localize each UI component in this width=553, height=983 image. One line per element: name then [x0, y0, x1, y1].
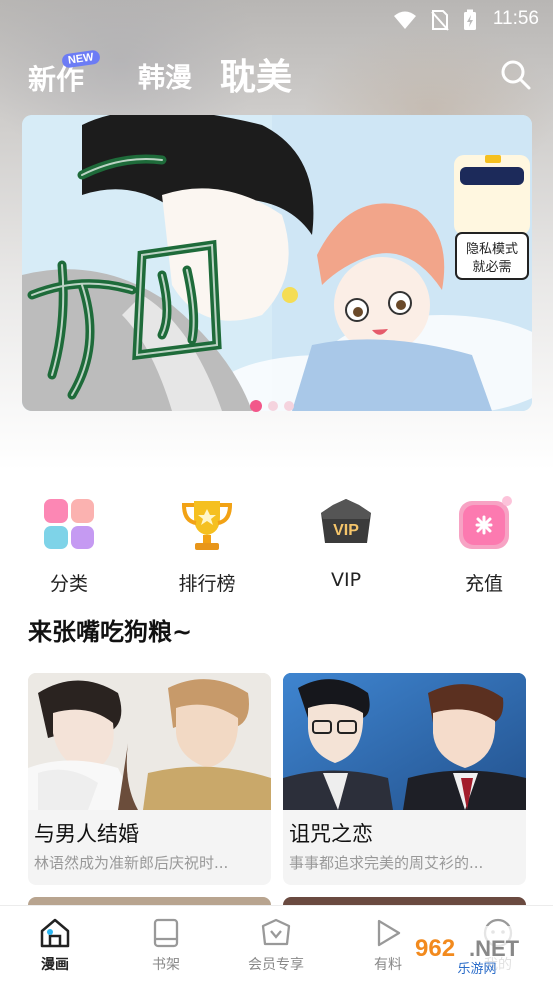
category-icon — [44, 499, 94, 549]
no-sim-icon — [431, 10, 449, 31]
status-bar: 11:56 — [0, 0, 553, 40]
quick-menu-vip[interactable]: VIP VIP — [296, 495, 396, 591]
tab-new[interactable]: 新作 NEW — [28, 49, 101, 98]
quick-menu: 分类 排行榜 VIP VIP 充值 — [0, 495, 553, 595]
nav-label: 漫画 — [41, 957, 69, 973]
section-title: 来张嘴吃狗粮~ — [28, 618, 193, 646]
svg-text:.NET: .NET — [469, 936, 520, 961]
nav-label: 会员专享 — [248, 957, 304, 973]
recharge-icon — [459, 496, 512, 549]
quick-menu-label: 分类 — [49, 573, 88, 595]
pagination-dot — [268, 401, 278, 411]
svg-text:隐私模式: 隐私模式 — [466, 242, 518, 257]
watermark-logo: 962 .NET 乐游网 — [407, 926, 547, 976]
tab-new-label: 新作 — [28, 63, 85, 96]
comic-title: 诅咒之恋 — [289, 822, 373, 846]
banner-carousel[interactable]: 隐私模式 就必需 — [22, 115, 532, 411]
svg-text:962: 962 — [415, 935, 455, 962]
member-icon — [261, 918, 291, 946]
wifi-icon — [394, 11, 416, 29]
play-icon — [377, 919, 401, 947]
comic-description: 事事都追求完美的周艾衫的... — [289, 854, 484, 872]
vip-crown-icon: VIP — [321, 499, 371, 543]
pagination-dot-active — [250, 400, 262, 412]
pagination-dot — [284, 401, 294, 411]
quick-menu-category[interactable]: 分类 — [19, 495, 119, 596]
top-tabs: 新作 NEW 韩漫 耽美 — [28, 48, 528, 100]
banner-artwork: 隐私模式 就必需 — [22, 115, 532, 411]
status-icons — [393, 9, 477, 31]
comic-title: 与男人结婚 — [34, 822, 139, 846]
nav-item-bookshelf[interactable]: 书架 — [126, 916, 206, 974]
svg-text:乐游网: 乐游网 — [457, 962, 496, 976]
bookshelf-icon — [153, 918, 179, 948]
svg-text:VIP: VIP — [333, 522, 359, 539]
comic-description: 林语然成为准新郎后庆祝时... — [34, 854, 229, 872]
banner-pagination — [250, 400, 294, 412]
comic-cover — [28, 673, 271, 810]
quick-menu-recharge[interactable]: 充值 — [434, 495, 534, 596]
quick-menu-ranking[interactable]: 排行榜 — [157, 495, 257, 596]
nav-item-member[interactable]: 会员专享 — [236, 916, 316, 974]
tab-bl[interactable]: 耽美 — [220, 48, 292, 100]
search-icon[interactable] — [499, 58, 533, 92]
battery-charging-icon — [464, 9, 476, 30]
quick-menu-label: VIP — [330, 569, 362, 591]
quick-menu-label: 充值 — [464, 573, 503, 595]
home-icon — [40, 918, 70, 948]
status-time: 11:56 — [492, 8, 539, 29]
svg-text:就必需: 就必需 — [472, 260, 511, 275]
comic-cover — [283, 673, 526, 810]
nav-item-comics[interactable]: 漫画 — [15, 916, 95, 974]
tab-korean[interactable]: 韩漫 — [138, 56, 192, 95]
comic-card[interactable]: 与男人结婚 林语然成为准新郎后庆祝时... — [28, 673, 271, 885]
comic-card[interactable]: 诅咒之恋 事事都追求完美的周艾衫的... — [283, 673, 526, 885]
quick-menu-label: 排行榜 — [178, 573, 236, 595]
nav-label: 书架 — [152, 957, 180, 973]
new-badge: NEW — [61, 49, 101, 69]
trophy-icon — [181, 501, 233, 550]
